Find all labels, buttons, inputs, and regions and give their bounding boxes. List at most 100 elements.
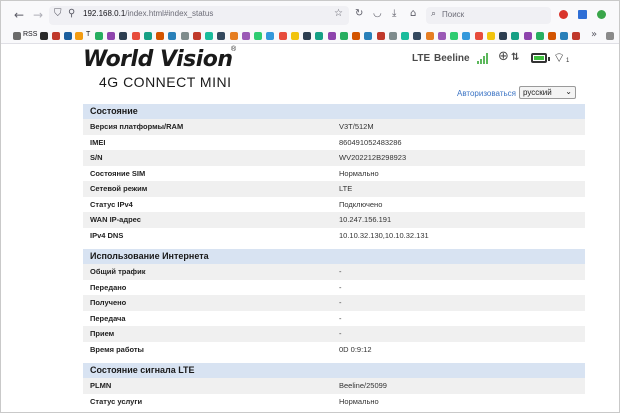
adblock-extension-icon[interactable] <box>559 10 568 19</box>
language-value: русский <box>523 88 552 97</box>
bookmark-icon[interactable] <box>205 32 213 40</box>
url-path: /index.html#index_status <box>125 9 214 18</box>
browser-toolbar: ← → ⛉ ⚲ 192.168.0.1/index.html#index_sta… <box>1 1 619 29</box>
operator-name: Beeline <box>434 53 470 64</box>
search-input[interactable]: ⌕ Поиск <box>426 7 551 24</box>
bookmark-icon[interactable] <box>426 32 434 40</box>
bookmark-icon[interactable] <box>548 32 556 40</box>
folder-icon[interactable] <box>13 32 21 40</box>
bookmark-icon[interactable] <box>242 32 250 40</box>
bookmark-icon[interactable] <box>119 32 127 40</box>
table-row: Получено - <box>83 295 585 311</box>
brand-logo-subtitle: 4G CONNECT MINI <box>99 74 232 90</box>
bookmark-icon[interactable] <box>364 32 372 40</box>
row-value: Beeline/25099 <box>339 381 387 390</box>
bookmark-icon[interactable] <box>107 32 115 40</box>
row-label: PLMN <box>90 381 112 390</box>
shield-icon[interactable]: ⛉ <box>54 8 62 19</box>
home-icon[interactable]: ⌂ <box>410 8 416 19</box>
bookmark-icon[interactable] <box>40 32 48 40</box>
login-link[interactable]: Авторизоваться <box>457 89 516 98</box>
bookmark-icon[interactable] <box>438 32 446 40</box>
table-row: Передано - <box>83 280 585 296</box>
bookmark-rss-label[interactable]: RSS <box>23 31 37 38</box>
row-label: Передача <box>90 313 126 323</box>
row-label: Состояние SIM <box>90 168 146 178</box>
bookmark-icon[interactable] <box>450 32 458 40</box>
wifi-icon: ⌔ <box>553 51 566 66</box>
table-row: Время работы 0D 0:9:12 <box>83 342 585 358</box>
bookmark-icon[interactable] <box>462 32 470 40</box>
bookmark-icon[interactable] <box>132 32 140 40</box>
globe-icon: ⊕ <box>498 49 509 64</box>
download-icon[interactable]: ⤓ <box>392 8 396 19</box>
bookmark-icon[interactable] <box>266 32 274 40</box>
bookmark-icon[interactable] <box>279 32 287 40</box>
bookmark-icon[interactable] <box>328 32 336 40</box>
row-value: Подключено <box>339 199 383 209</box>
bookmark-icon[interactable] <box>524 32 532 40</box>
bookmark-icon[interactable] <box>193 32 201 40</box>
url-text[interactable]: 192.168.0.1/index.html#index_status <box>83 9 213 18</box>
bookmark-icon[interactable] <box>303 32 311 40</box>
bookmark-icon[interactable] <box>156 32 164 40</box>
pocket-icon[interactable]: ◡ <box>373 8 382 19</box>
bookmark-icon[interactable] <box>52 32 60 40</box>
bookmark-icon[interactable] <box>487 32 495 40</box>
bookmark-icon[interactable] <box>144 32 152 40</box>
bookmark-icon[interactable] <box>572 32 580 40</box>
bookmark-icon[interactable] <box>536 32 544 40</box>
bookmark-icon[interactable] <box>315 32 323 40</box>
bookmark-icon[interactable] <box>217 32 225 40</box>
table-row: Прием - <box>83 326 585 342</box>
bookmark-icon[interactable] <box>377 32 385 40</box>
page-info-icon[interactable]: ⚲ <box>68 8 75 19</box>
table-row: Состояние SIM Нормально <box>83 166 585 182</box>
table-row: PLMN Beeline/25099 <box>83 378 585 394</box>
bookmark-icon[interactable] <box>499 32 507 40</box>
section-title: Состояние сигнала LTE <box>83 363 585 378</box>
row-value: 0D 0:9:12 <box>339 344 372 354</box>
network-type: LTE <box>412 53 431 64</box>
bookmarks-toolbar: RSS T » <box>1 29 619 44</box>
bookmark-icon[interactable] <box>181 32 189 40</box>
row-value: - <box>339 329 342 338</box>
back-arrow-icon[interactable]: ← <box>11 7 27 23</box>
bookmark-t-label[interactable]: T <box>86 31 90 38</box>
bookmark-icon[interactable] <box>291 32 299 40</box>
row-value: 860491052483286 <box>339 137 402 147</box>
table-row: Общий трафик - <box>83 264 585 280</box>
bookmark-icon[interactable] <box>401 32 409 40</box>
table-row: WAN IP-адрес 10.247.156.191 <box>83 212 585 228</box>
row-label: Сетевой режим <box>90 184 148 193</box>
bookmark-icon[interactable] <box>560 32 568 40</box>
bookmark-icon[interactable] <box>168 32 176 40</box>
bookmark-icon[interactable] <box>413 32 421 40</box>
bookmark-star-icon[interactable]: ☆ <box>334 8 343 19</box>
bookmark-icon[interactable] <box>511 32 519 40</box>
bookmark-icon[interactable] <box>64 32 72 40</box>
forward-arrow-icon[interactable]: → <box>30 7 46 23</box>
table-row: Сетевой режим LTE <box>83 181 585 197</box>
bookmark-icon[interactable] <box>352 32 360 40</box>
bookmark-icon[interactable] <box>230 32 238 40</box>
bookmark-icon[interactable] <box>75 32 83 40</box>
signal-strength-icon <box>477 53 491 64</box>
search-placeholder: Поиск <box>442 10 465 19</box>
vpn-extension-icon[interactable] <box>578 10 587 19</box>
row-value: LTE <box>339 184 353 193</box>
bookmarks-overflow-icon[interactable]: » <box>591 29 597 40</box>
row-label: IMEI <box>90 137 106 147</box>
internet-usage-section: Использование Интернета Общий трафик - Пер… <box>83 249 585 357</box>
puzzle-extension-icon[interactable] <box>597 10 606 19</box>
row-value: - <box>339 313 342 323</box>
address-bar[interactable]: ⛉ ⚲ 192.168.0.1/index.html#index_status … <box>49 6 349 25</box>
bookmark-icon[interactable] <box>340 32 348 40</box>
bookmark-icon[interactable] <box>389 32 397 40</box>
reload-icon[interactable]: ↻ <box>355 8 363 19</box>
bookmark-icon[interactable] <box>475 32 483 40</box>
bookmark-icon[interactable] <box>254 32 262 40</box>
language-select[interactable]: русский ⌄ <box>519 86 576 99</box>
bookmark-icon[interactable] <box>95 32 103 40</box>
other-bookmarks-folder-icon[interactable] <box>606 32 614 40</box>
